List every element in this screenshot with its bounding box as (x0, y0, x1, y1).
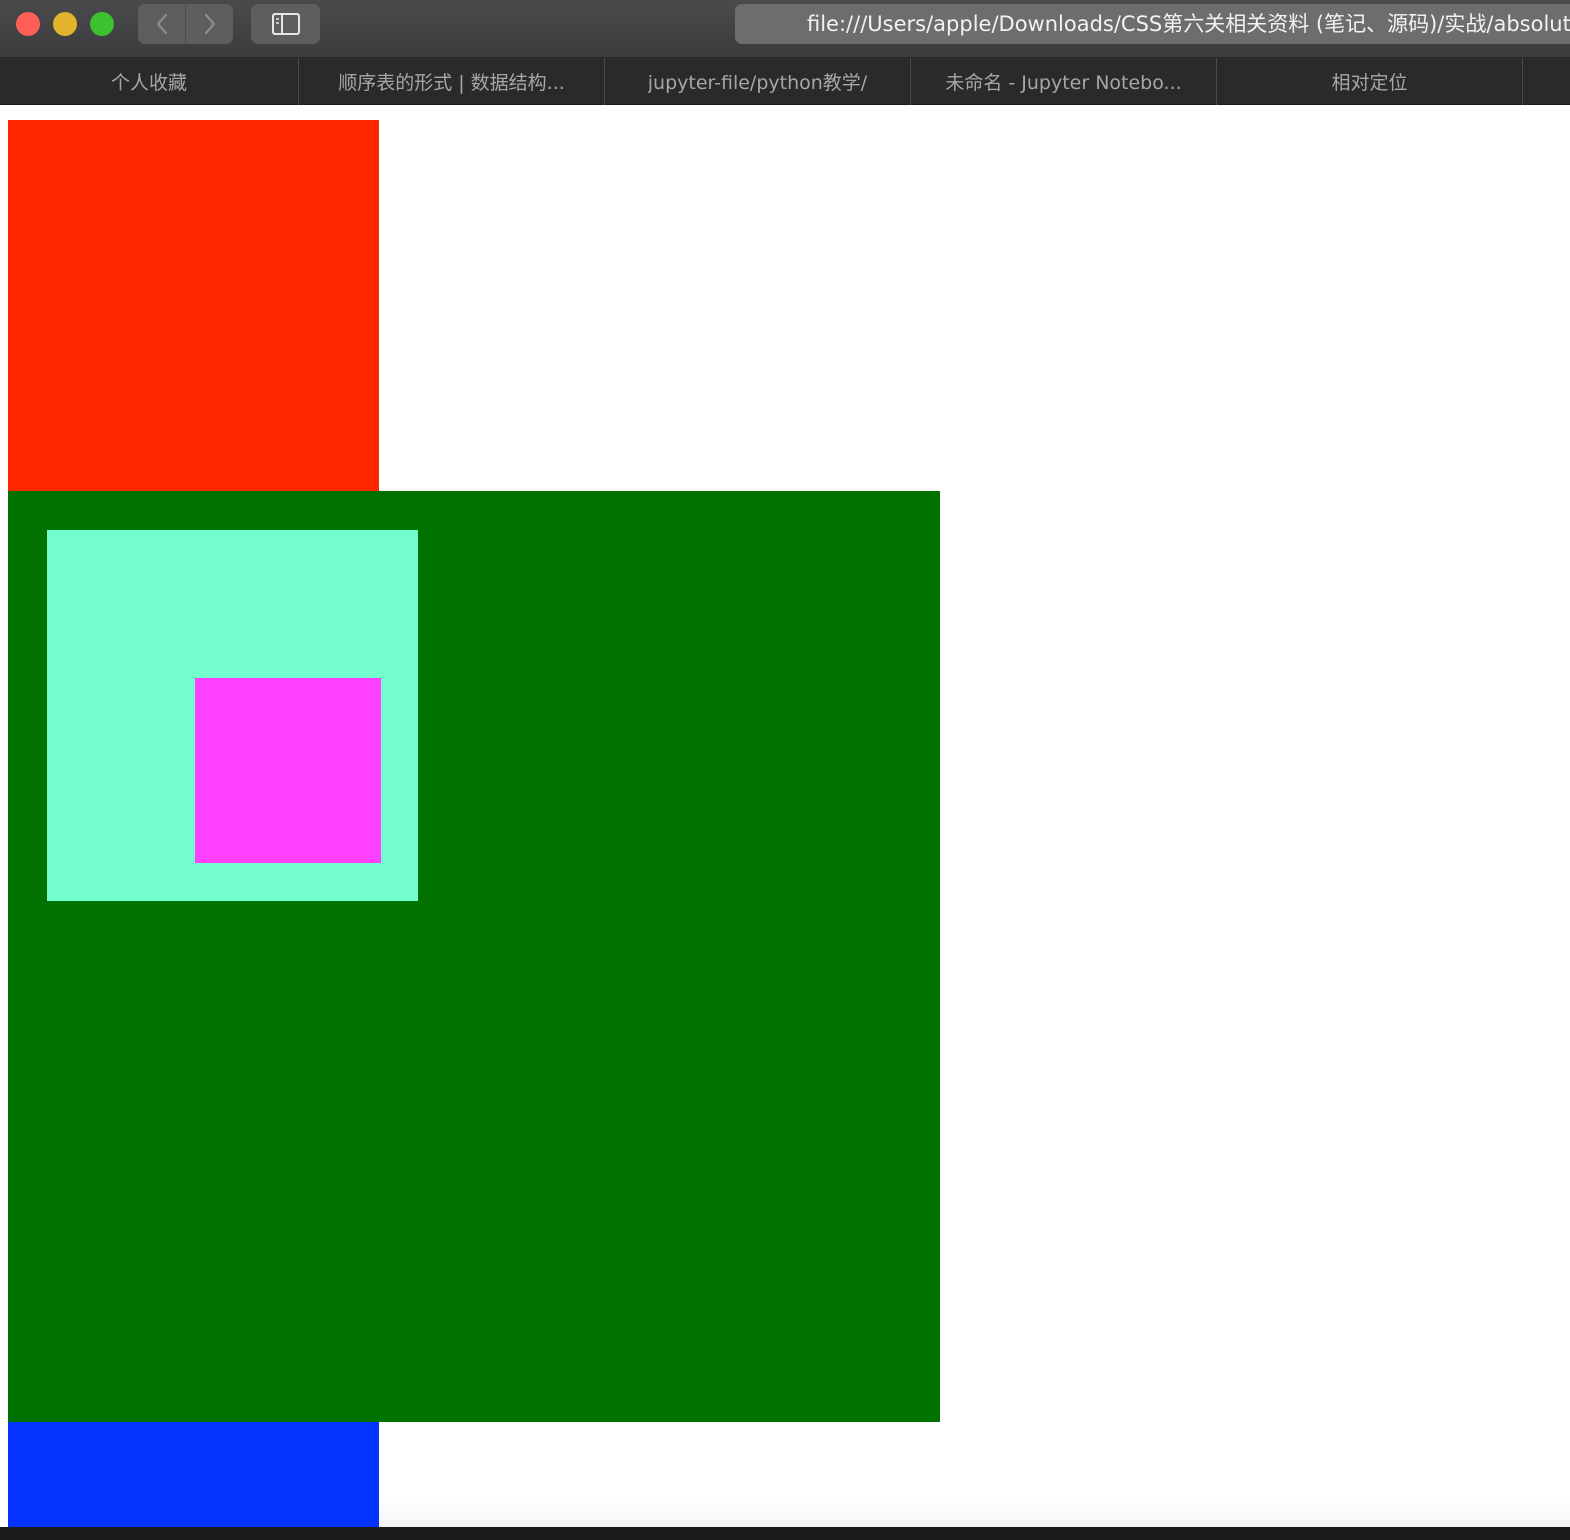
title-bar: file:///Users/apple/Downloads/CSS第六关相关资料… (0, 0, 1570, 58)
blue-box (8, 1422, 379, 1540)
tab-bar: 个人收藏 顺序表的形式 | 数据结构... jupyter-file/pytho… (0, 58, 1570, 105)
tab-relative-positioning[interactable]: 相对定位 (1217, 58, 1523, 105)
forward-button[interactable] (185, 4, 233, 44)
sidebar-icon (271, 13, 300, 35)
url-text: file:///Users/apple/Downloads/CSS第六关相关资料… (807, 12, 1570, 36)
zoom-window-button[interactable] (90, 12, 114, 36)
back-button[interactable] (138, 4, 185, 44)
chevron-left-icon (156, 13, 167, 35)
aqua-box (47, 530, 418, 901)
tab-jupyter-file[interactable]: jupyter-file/python教学/ (605, 58, 911, 105)
minimize-window-button[interactable] (53, 12, 77, 36)
green-box (8, 491, 940, 1422)
chevron-right-icon (204, 13, 215, 35)
tab-untitled-notebook[interactable]: 未命名 - Jupyter Notebo... (911, 58, 1217, 105)
tab-label: 个人收藏 (110, 72, 187, 94)
navigation-buttons (138, 4, 233, 44)
tab-sequence-list[interactable]: 顺序表的形式 | 数据结构... (299, 58, 605, 105)
tab-favorites[interactable]: 个人收藏 (0, 58, 299, 105)
window-bottom-edge (0, 1527, 1570, 1540)
tab-label: 顺序表的形式 | 数据结构... (338, 72, 565, 94)
tab-label: 未命名 - Jupyter Notebo... (945, 72, 1182, 94)
address-bar[interactable]: file:///Users/apple/Downloads/CSS第六关相关资料… (735, 4, 1570, 44)
close-window-button[interactable] (16, 12, 40, 36)
web-page-content (0, 105, 1570, 1540)
magenta-box (195, 678, 381, 863)
tab-label: jupyter-file/python教学/ (647, 72, 868, 94)
tab-label: 相对定位 (1331, 72, 1408, 94)
sidebar-toggle-button[interactable] (251, 4, 320, 44)
red-box (8, 120, 379, 491)
